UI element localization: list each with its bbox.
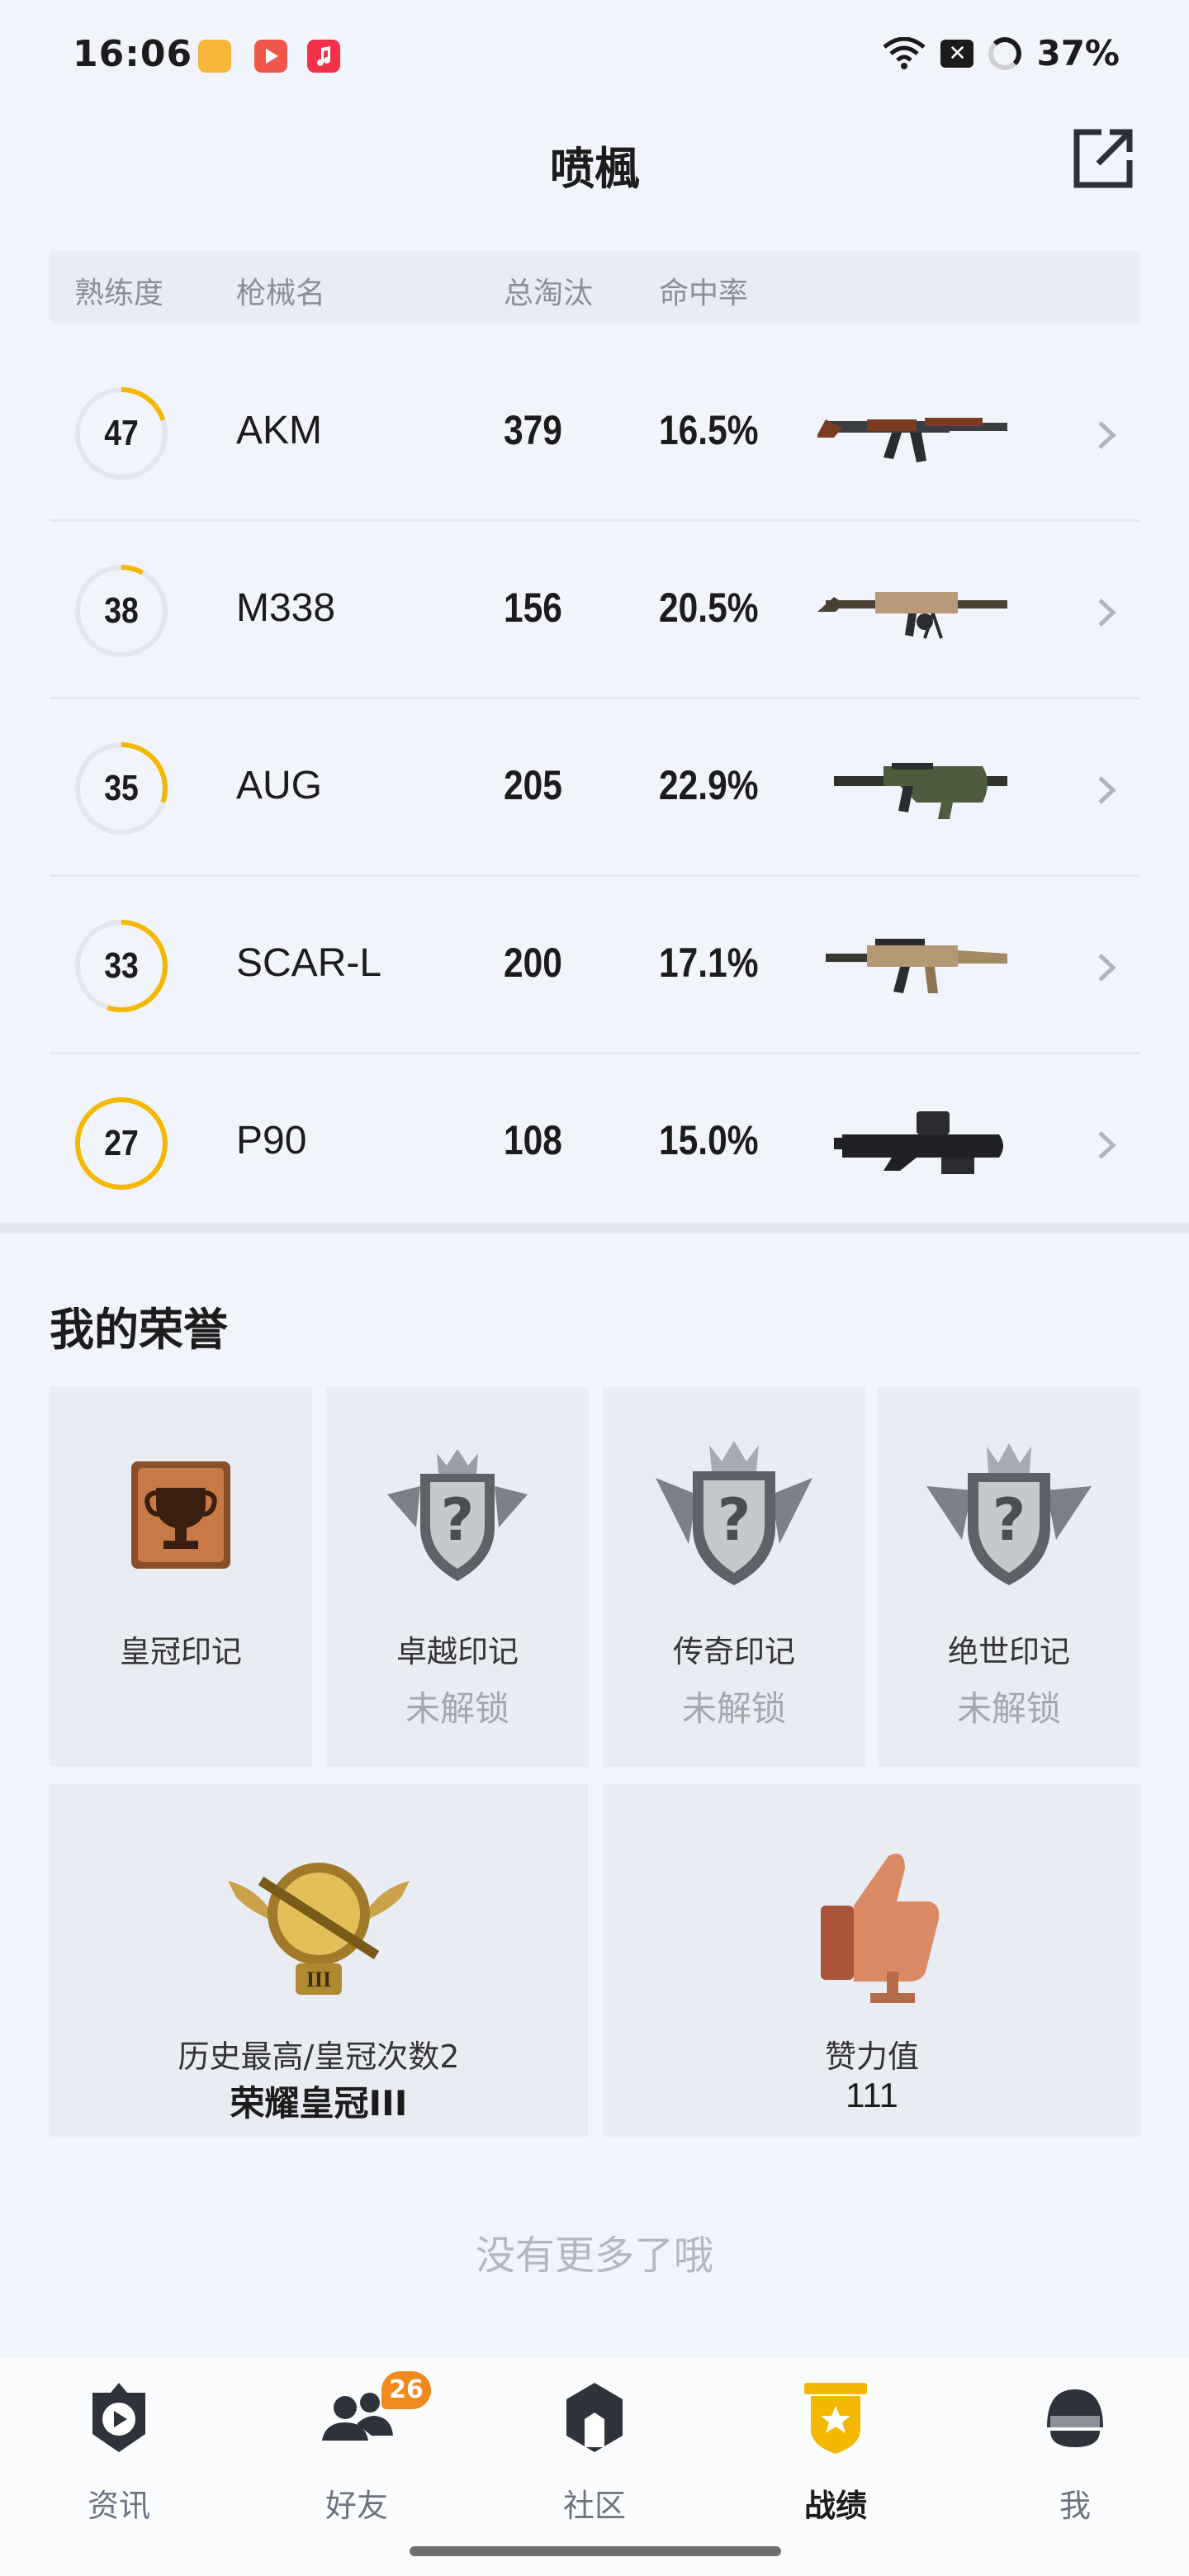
chevron-right-icon [1098,599,1116,627]
badge-label: 卓越印记 [396,1634,519,1669]
locked-excellence-badge-icon: ? [387,1449,528,1581]
badge-locked-status: 未解锁 [681,1688,786,1729]
excellence-badge-card[interactable]: ? 卓越印记 未解锁 [326,1387,589,1767]
svg-text:?: ? [718,1486,751,1554]
battery-ring-icon [988,36,1022,70]
proficiency-level: 38 [104,590,139,631]
badge-locked-status: 未解锁 [956,1688,1061,1729]
end-of-list-text: 没有更多了哦 [475,2233,713,2279]
weapon-kills: 200 [504,940,562,986]
section-divider [0,1222,1189,1234]
badge-label: 皇冠印记 [120,1634,242,1669]
weapon-kills: 156 [504,585,562,631]
crown-badge-card[interactable]: 皇冠印记 [50,1387,312,1767]
friends-badge: 26 [381,2371,431,2409]
svg-text:?: ? [441,1486,475,1554]
weapon-row[interactable]: 33 SCAR-L 200 17.1% [50,878,1139,1054]
nav-label: 好友 [324,2488,388,2524]
weapon-row[interactable]: 35 AUG 205 22.9% [50,700,1139,877]
weapon-name: SCAR-L [236,941,382,985]
rank-history-label: 历史最高/皇冠次数2 [178,2039,460,2075]
p90-smg-image [834,1111,1003,1174]
record-icon [804,2383,867,2454]
crown-rank-emblem-icon: III [228,1863,410,1995]
akm-rifle-image [817,418,1007,462]
likes-card[interactable]: 赞力值 111 [603,1783,1141,2137]
chevron-right-icon [1098,954,1116,982]
weapon-row[interactable]: 27 P90 108 15.0% [50,1055,1139,1232]
proficiency-level: 35 [104,768,139,808]
nav-label: 资讯 [87,2488,150,2524]
likes-label: 赞力值 [824,2039,919,2075]
weapon-name: P90 [236,1119,307,1163]
status-time: 16:06 [73,33,193,75]
col-weapon-name: 枪械名 [236,277,326,310]
nav-community[interactable]: 社区 [512,2378,677,2543]
nav-label: 社区 [562,2488,626,2524]
honor-section-title: 我的荣誉 [50,1304,228,1356]
col-proficiency: 熟练度 [74,277,164,310]
scar-l-rifle-image [826,939,1007,993]
chevron-right-icon [1098,421,1116,449]
legend-badge-card[interactable]: ? 传奇印记 未解锁 [603,1387,865,1767]
rank-value: 荣耀皇冠III [230,2083,408,2124]
weapon-name: AUG [236,764,323,807]
sim-off-icon: ✕ [940,39,974,68]
svg-text:?: ? [992,1486,1026,1554]
proficiency-level: 47 [104,413,139,453]
news-icon [92,2383,145,2452]
m338-rifle-image [817,592,1007,639]
battery-percent: 37% [1036,33,1120,73]
crown-trophy-badge-icon [131,1461,230,1569]
wifi-icon [883,36,926,69]
status-bar: 16:06 ✕ 37% [0,0,1189,116]
weapon-row[interactable]: 38 M338 156 20.5% [50,523,1139,699]
col-total-kills: 总淘汰 [504,277,594,310]
weapon-hit-rate: 16.5% [659,407,759,453]
nav-label: 战绩 [803,2488,867,2524]
badge-label: 绝世印记 [948,1634,1070,1669]
badge-locked-status: 未解锁 [405,1688,509,1729]
weapon-row[interactable]: 47 AKM 379 16.5% [50,345,1139,522]
weapon-hit-rate: 22.9% [659,762,759,808]
weapon-name: M338 [236,586,336,630]
nav-record[interactable]: 战绩 [753,2378,918,2543]
proficiency-level: 33 [104,945,139,986]
weapon-hit-rate: 15.0% [659,1117,759,1163]
chevron-right-icon [1098,776,1116,804]
share-external-icon[interactable] [1068,124,1138,193]
home-indicator[interactable] [410,2546,781,2556]
locked-peerless-badge-icon: ? [926,1443,1092,1585]
likes-value: 111 [846,2076,898,2114]
weapon-kills: 205 [504,762,562,808]
video-app-icon [254,40,287,73]
page-title: 喷楓 [550,143,639,195]
books-app-icon [198,40,231,73]
bottom-nav: 资讯 26 好友 社区 战绩 我 [0,2358,1189,2576]
peerless-badge-card[interactable]: ? 绝世印记 未解锁 [878,1387,1140,1767]
community-icon [566,2383,623,2452]
aug-rifle-image [834,763,1007,819]
rank-card[interactable]: III 历史最高/皇冠次数2 荣耀皇冠III [50,1783,588,2137]
weapon-kills: 108 [504,1117,562,1163]
col-hit-rate: 命中率 [659,277,749,310]
weapon-hit-rate: 17.1% [659,940,759,986]
emblem-numeral: III [306,1968,331,1991]
weapon-kills: 379 [504,407,562,453]
nav-news[interactable]: 资讯 [36,2378,201,2543]
status-right: ✕ 37% [883,33,1120,73]
profile-helmet-icon [1047,2389,1103,2447]
nav-friends[interactable]: 26 好友 [274,2371,439,2543]
nav-label: 我 [1059,2488,1091,2524]
locked-legend-badge-icon: ? [656,1441,812,1585]
weapon-name: AKM [236,409,323,452]
chevron-right-icon [1098,1131,1116,1159]
weapon-table-header: 熟练度 枪械名 总淘汰 命中率 [50,251,1139,324]
thumbs-up-trophy-icon [821,1854,940,2003]
music-app-icon [307,40,340,73]
nav-profile[interactable]: 我 [992,2378,1158,2543]
weapon-hit-rate: 20.5% [659,585,759,631]
badge-label: 传奇印记 [673,1634,795,1669]
proficiency-level: 27 [104,1123,139,1163]
